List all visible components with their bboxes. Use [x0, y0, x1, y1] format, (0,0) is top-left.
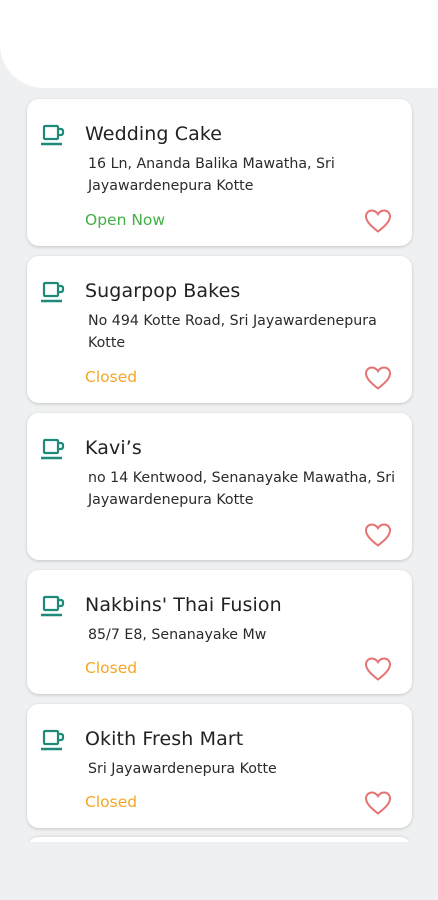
place-card[interactable]: Nakbins' Thai Fusion 85/7 E8, Senanayake… [27, 570, 412, 694]
heart-outline-icon[interactable] [364, 522, 392, 548]
status-closed: Closed [85, 793, 138, 811]
heart-outline-icon[interactable] [364, 790, 392, 816]
place-card[interactable]: Sugarpop Bakes No 494 Kotte Road, Sri Ja… [27, 256, 412, 403]
cup-icon [41, 281, 65, 303]
heart-outline-icon[interactable] [364, 208, 392, 234]
cup-icon [41, 595, 65, 617]
place-name: Wedding Cake [85, 123, 223, 145]
cup-icon [41, 438, 65, 460]
place-address: 85/7 E8, Senanayake Mw [88, 627, 267, 643]
place-name: Sugarpop Bakes [85, 280, 241, 302]
place-name: Okith Fresh Mart [85, 728, 244, 750]
place-address: no 14 Kentwood, Senanayake Mawatha, Sri … [88, 470, 396, 508]
heart-outline-icon[interactable] [364, 656, 392, 682]
place-card[interactable]: Wedding Cake 16 Ln, Ananda Balika Mawath… [27, 99, 412, 246]
place-address: No 494 Kotte Road, Sri Jayawardenepura K… [88, 313, 377, 351]
place-card[interactable]: Kavi’s no 14 Kentwood, Senanayake Mawath… [27, 413, 412, 560]
place-card[interactable]: Okith Fresh Mart Sri Jayawardenepura Kot… [27, 704, 412, 828]
heart-outline-icon[interactable] [364, 365, 392, 391]
place-name: Nakbins' Thai Fusion [85, 594, 282, 616]
list-bottom-background [0, 842, 438, 900]
status-closed: Closed [85, 368, 138, 386]
status-closed: Closed [85, 659, 138, 677]
place-name: Kavi’s [85, 437, 142, 459]
status-open: Open Now [85, 211, 166, 229]
cup-icon [41, 729, 65, 751]
places-list: Wedding Cake 16 Ln, Ananda Balika Mawath… [27, 99, 412, 838]
place-address: 16 Ln, Ananda Balika Mawatha, Sri Jayawa… [88, 156, 335, 194]
place-address: Sri Jayawardenepura Kotte [88, 761, 277, 777]
header-panel [0, 0, 438, 88]
cup-icon [41, 124, 65, 146]
